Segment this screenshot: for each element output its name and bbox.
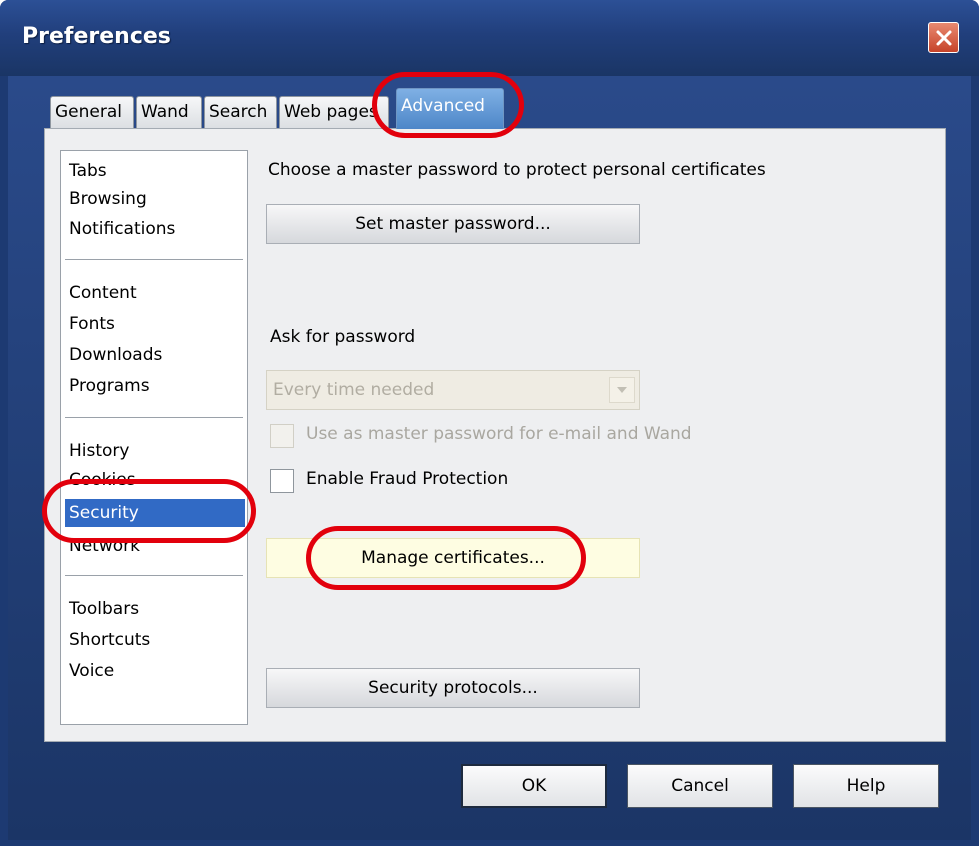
sidebar-item-shortcuts[interactable]: Shortcuts	[65, 626, 245, 654]
category-list: Tabs Browsing Notifications Content Font…	[60, 150, 248, 725]
window-title: Preferences	[22, 24, 171, 49]
sidebar-item-programs[interactable]: Programs	[65, 372, 245, 400]
sidebar-item-history[interactable]: History	[65, 437, 245, 465]
sidebar-item-toolbars[interactable]: Toolbars	[65, 595, 245, 623]
sidebar-item-fonts[interactable]: Fonts	[65, 310, 245, 338]
cancel-button[interactable]: Cancel	[627, 764, 773, 808]
title-bar: Preferences	[0, 0, 979, 76]
sidebar-divider	[65, 417, 243, 418]
manage-certificates-button[interactable]: Manage certificates...	[266, 538, 640, 578]
sidebar-item-cookies[interactable]: Cookies	[65, 466, 245, 494]
dropdown-button[interactable]	[609, 377, 635, 403]
master-password-label: Choose a master password to protect pers…	[268, 160, 766, 180]
tab-search[interactable]: Search	[204, 96, 277, 128]
ask-for-password-label: Ask for password	[270, 327, 416, 347]
fraud-protection-checkbox[interactable]	[270, 469, 294, 493]
security-protocols-button[interactable]: Security protocols...	[266, 668, 640, 708]
fraud-protection-label: Enable Fraud Protection	[306, 469, 509, 489]
close-icon	[936, 30, 951, 45]
ask-for-password-select[interactable]: Every time needed	[266, 370, 640, 410]
sidebar-divider	[65, 259, 243, 260]
use-master-password-checkbox[interactable]	[270, 424, 294, 448]
sidebar-item-content[interactable]: Content	[65, 279, 245, 307]
use-master-password-label: Use as master password for e-mail and Wa…	[306, 424, 692, 444]
sidebar-item-tabs[interactable]: Tabs	[65, 157, 245, 185]
chevron-down-icon	[617, 387, 627, 393]
tab-general[interactable]: General	[50, 96, 134, 128]
ask-for-password-value: Every time needed	[273, 380, 435, 400]
help-button[interactable]: Help	[793, 764, 939, 808]
ok-button[interactable]: OK	[461, 764, 607, 808]
sidebar-item-network[interactable]: Network	[65, 532, 245, 560]
close-button[interactable]	[928, 22, 959, 53]
tab-wand[interactable]: Wand	[136, 96, 202, 128]
tab-web-pages[interactable]: Web pages	[279, 96, 389, 128]
sidebar-item-notifications[interactable]: Notifications	[65, 215, 245, 243]
tab-advanced[interactable]: Advanced	[396, 88, 504, 129]
sidebar-item-browsing[interactable]: Browsing	[65, 185, 245, 213]
sidebar-item-voice[interactable]: Voice	[65, 657, 245, 685]
sidebar-divider	[65, 575, 243, 576]
set-master-password-button[interactable]: Set master password...	[266, 204, 640, 244]
sidebar-item-downloads[interactable]: Downloads	[65, 341, 245, 369]
sidebar-item-security[interactable]: Security	[65, 499, 245, 527]
